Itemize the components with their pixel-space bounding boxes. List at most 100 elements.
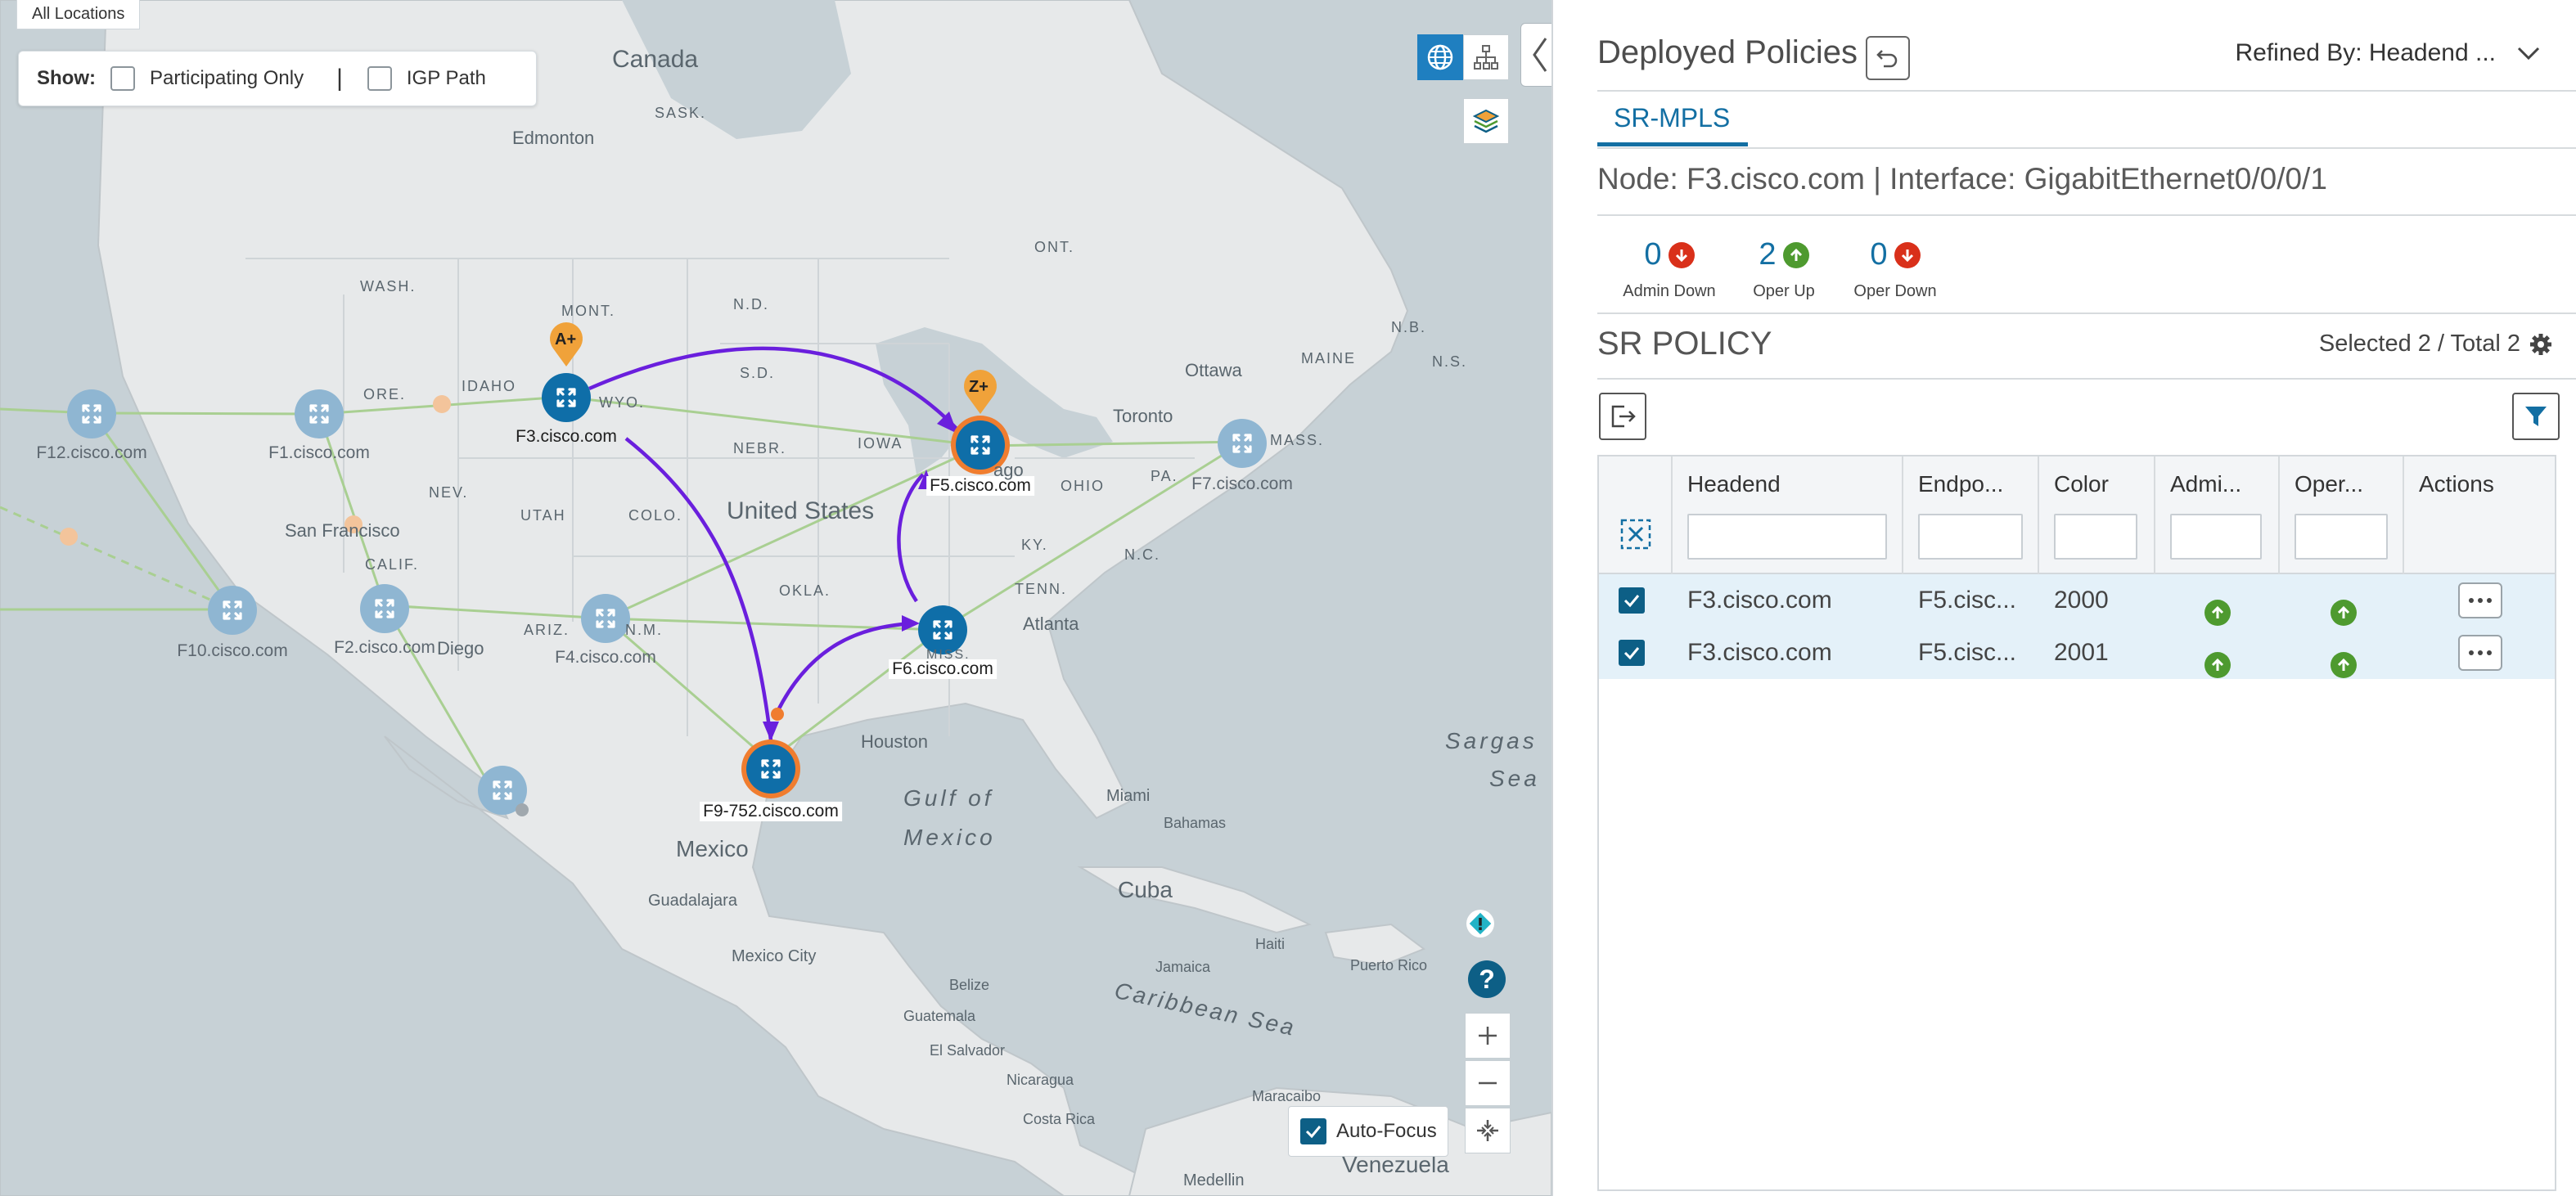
- label-ns: N.S.: [1432, 353, 1468, 370]
- auto-focus-toggle[interactable]: Auto-Focus: [1288, 1106, 1448, 1157]
- label-mexico: Mexico: [676, 836, 749, 861]
- column-oper[interactable]: Oper...: [2280, 456, 2404, 574]
- panel-toggle-button[interactable]: [1520, 23, 1551, 87]
- reset-button[interactable]: [1866, 36, 1910, 80]
- stat-oper-down-value: 0: [1870, 237, 1888, 272]
- stat-admin-down-label: Admin Down: [1623, 282, 1716, 300]
- row-checkbox[interactable]: [1619, 640, 1645, 666]
- row-actions-button[interactable]: [2458, 582, 2502, 618]
- cell-color: 2001: [2054, 639, 2109, 666]
- more-icon: [2469, 598, 2492, 603]
- endpoint-filter-input[interactable]: [1918, 514, 2023, 560]
- cell-endpoint: F5.cisc...: [1918, 587, 2017, 614]
- divider: [1597, 147, 2576, 149]
- node-label-f3: F3.cisco.com: [516, 427, 617, 446]
- table-row[interactable]: F3.cisco.com F5.cisc... 2001: [1599, 627, 2555, 679]
- node-label-f10: F10.cisco.com: [177, 641, 288, 660]
- refined-by-dropdown[interactable]: Refined By: Headend ...: [2235, 39, 2540, 67]
- column-color-title: Color: [2054, 471, 2109, 497]
- table-row[interactable]: F3.cisco.com F5.cisc... 2000: [1599, 574, 2555, 627]
- filter-button[interactable]: [2512, 393, 2560, 440]
- headend-filter-input[interactable]: [1687, 514, 1887, 560]
- label-calif: CALIF.: [365, 556, 420, 573]
- node-label-f12: F12.cisco.com: [36, 443, 147, 462]
- label-toronto: Toronto: [1113, 406, 1173, 426]
- show-label: Show:: [37, 67, 96, 89]
- chevron-down-icon: [2517, 47, 2540, 61]
- deployed-policies-panel: Deployed Policies Refined By: Headend ..…: [1551, 0, 2576, 1196]
- stat-oper-up-value: 2: [1759, 237, 1777, 272]
- participating-only-checkbox[interactable]: [110, 66, 135, 91]
- node-label-f4: F4.cisco.com: [555, 648, 656, 667]
- node-f12[interactable]: [67, 389, 116, 438]
- alert-button[interactable]: [1468, 911, 1493, 936]
- node-f1[interactable]: [295, 389, 344, 438]
- igp-path-checkbox[interactable]: [367, 66, 392, 91]
- zoom-out-button[interactable]: [1465, 1060, 1511, 1106]
- cell-color: 2000: [2054, 587, 2109, 614]
- label-nebr: NEBR.: [733, 440, 787, 456]
- zoom-in-button[interactable]: [1465, 1013, 1511, 1059]
- geo-view-button[interactable]: [1417, 34, 1463, 80]
- label-nicaragua: Nicaragua: [1007, 1072, 1074, 1088]
- label-houston: Houston: [861, 731, 928, 752]
- column-color[interactable]: Color: [2039, 456, 2155, 574]
- column-endpoint[interactable]: Endpo...: [1903, 456, 2039, 574]
- label-nb: N.B.: [1391, 319, 1427, 335]
- location-tag[interactable]: All Locations: [16, 0, 141, 29]
- node-f3[interactable]: [542, 373, 591, 422]
- label-san-francisco: San Francisco: [285, 520, 400, 541]
- node-f9[interactable]: [741, 740, 800, 798]
- auto-focus-label: Auto-Focus: [1336, 1120, 1437, 1142]
- hierarchy-icon: [1474, 45, 1498, 70]
- node-f6[interactable]: [918, 605, 967, 654]
- label-atlanta: Atlanta: [1023, 614, 1079, 634]
- column-admin[interactable]: Admi...: [2155, 456, 2280, 574]
- admin-filter-input[interactable]: [2170, 514, 2262, 560]
- label-ore: ORE.: [363, 386, 407, 402]
- node-label-f1: F1.cisco.com: [268, 443, 370, 462]
- export-button[interactable]: [1599, 393, 1646, 440]
- table-header: Headend Endpo... Color Admi... Oper... A…: [1599, 456, 2555, 574]
- oper-filter-input[interactable]: [2295, 514, 2388, 560]
- row-actions-button[interactable]: [2458, 635, 2502, 671]
- label-mexico-city: Mexico City: [732, 947, 817, 965]
- node-label-f7: F7.cisco.com: [1191, 474, 1293, 493]
- globe-icon: [1427, 44, 1453, 70]
- label-nd: N.D.: [733, 296, 769, 312]
- label-wash: WASH.: [360, 278, 417, 295]
- logical-view-button[interactable]: [1463, 34, 1509, 80]
- cell-headend: F3.cisco.com: [1687, 639, 1832, 666]
- cell-headend: F3.cisco.com: [1687, 587, 1832, 614]
- oper-up-icon: [2331, 640, 2357, 678]
- stat-oper-up-label: Oper Up: [1753, 282, 1815, 300]
- column-admin-title: Admi...: [2170, 471, 2242, 497]
- label-guadalajara: Guadalajara: [648, 892, 737, 910]
- chevrons-icon: [1533, 38, 1547, 72]
- column-headend[interactable]: Headend: [1673, 456, 1903, 574]
- clear-selection-button[interactable]: [1617, 515, 1655, 553]
- node-f7[interactable]: [1218, 419, 1267, 468]
- panel-title: Deployed Policies: [1597, 34, 1858, 70]
- tab-sr-mpls[interactable]: SR-MPLS: [1614, 103, 1730, 133]
- node-f10[interactable]: [208, 586, 257, 635]
- auto-focus-checkbox[interactable]: [1300, 1118, 1326, 1144]
- label-guatemala: Guatemala: [903, 1008, 976, 1024]
- fit-view-button[interactable]: [1465, 1108, 1511, 1153]
- layers-button[interactable]: [1463, 98, 1509, 144]
- topology-map[interactable]: A+ Z+ F3.cisco.com F5.cisco.com F6.cisco…: [0, 0, 1551, 1196]
- label-sask: SASK.: [655, 105, 707, 121]
- color-filter-input[interactable]: [2054, 514, 2137, 560]
- gear-icon[interactable]: [2529, 332, 2553, 357]
- alert-icon: [1469, 912, 1492, 935]
- node-unnamed[interactable]: [478, 766, 529, 816]
- column-actions: Actions: [2404, 456, 2556, 574]
- label-el-salvador: El Salvador: [930, 1042, 1006, 1059]
- help-button[interactable]: ?: [1468, 960, 1506, 998]
- deselect-all-icon: [1620, 519, 1651, 550]
- tab-active-indicator: [1597, 142, 1748, 146]
- filter-icon: [2525, 407, 2547, 426]
- node-f4[interactable]: [581, 594, 630, 643]
- row-checkbox[interactable]: [1619, 587, 1645, 614]
- node-f2[interactable]: [360, 584, 409, 633]
